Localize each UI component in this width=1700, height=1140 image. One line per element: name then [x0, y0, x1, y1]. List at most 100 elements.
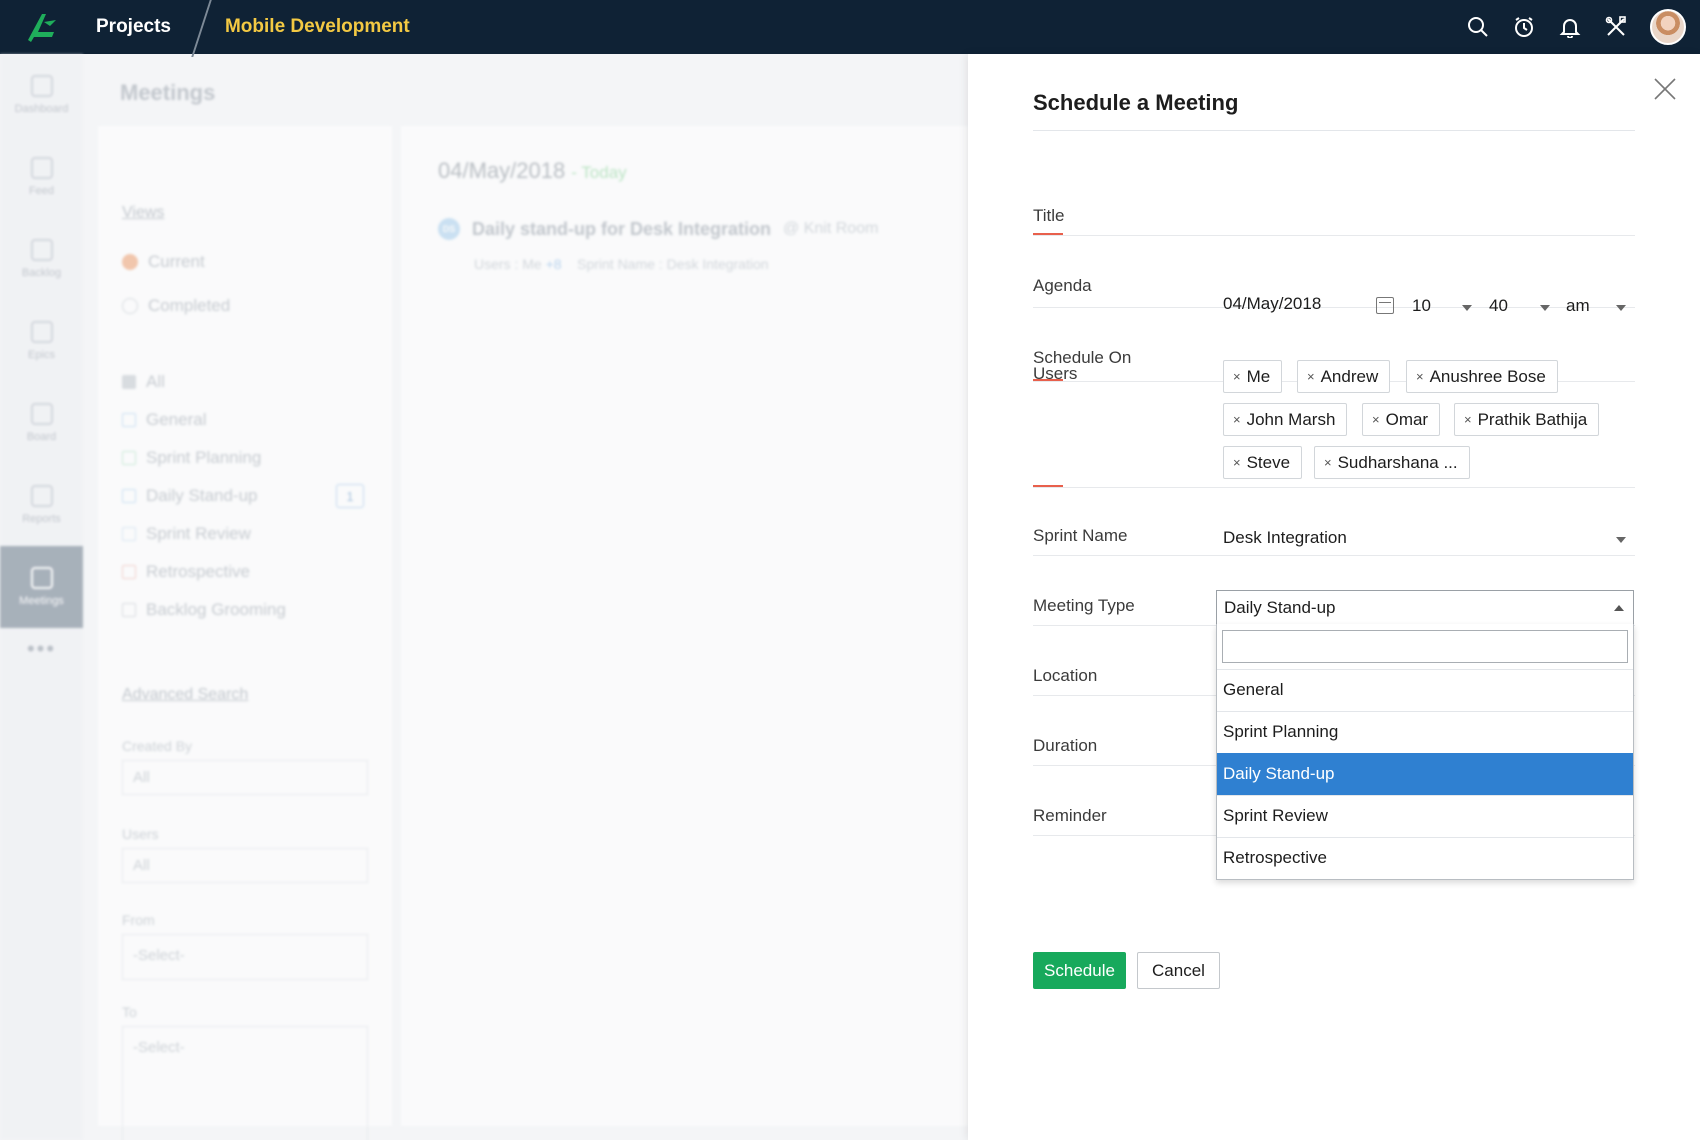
field-focus-accent: [1033, 485, 1063, 487]
remove-tag-icon[interactable]: ×: [1233, 412, 1241, 427]
chevron-down-icon[interactable]: [1616, 537, 1626, 543]
filter-sprint-planning[interactable]: Sprint Planning: [122, 448, 261, 468]
checkbox-icon: [122, 603, 136, 617]
meeting-type-option[interactable]: Sprint Planning: [1217, 711, 1633, 753]
minute-select[interactable]: 40: [1489, 296, 1508, 316]
meeting-type-search-input[interactable]: [1222, 630, 1628, 663]
filter-sprint-review[interactable]: Sprint Review: [122, 524, 251, 544]
user-tag[interactable]: × Me: [1223, 360, 1283, 393]
user-tag-label: Andrew: [1320, 366, 1379, 386]
user-tag[interactable]: × Omar: [1362, 403, 1441, 436]
nav-item-backlog[interactable]: Backlog: [0, 218, 83, 300]
radio-icon: [122, 254, 138, 270]
filter-label: Backlog Grooming: [146, 600, 286, 619]
nav-item-meetings[interactable]: Meetings: [0, 546, 83, 628]
filter-daily-standup[interactable]: Daily Stand-up: [122, 486, 258, 506]
filter-general[interactable]: General: [122, 410, 206, 430]
user-tag[interactable]: × Anushree Bose: [1406, 360, 1558, 393]
bell-icon[interactable]: [1558, 15, 1582, 39]
view-option-current[interactable]: Current: [122, 252, 205, 272]
breadcrumb-project-name[interactable]: Mobile Development: [225, 16, 410, 38]
user-tag[interactable]: × Steve: [1223, 446, 1303, 479]
user-tag-label: Sudharshana ...: [1337, 452, 1458, 472]
more-icon[interactable]: •••: [0, 636, 83, 662]
user-tag[interactable]: × Sudharshana ...: [1314, 446, 1470, 479]
meeting-type-badge-text: DS: [442, 224, 456, 234]
remove-tag-icon[interactable]: ×: [1233, 369, 1241, 384]
remove-tag-icon[interactable]: ×: [1464, 412, 1472, 427]
checkbox-icon: [122, 413, 136, 427]
nav-item-dashboard[interactable]: Dashboard: [0, 54, 83, 136]
title-label: Title: [1033, 206, 1065, 225]
nav-label: Dashboard: [14, 103, 69, 115]
radio-icon: [122, 298, 138, 314]
checkbox-icon: [122, 489, 136, 503]
board-icon: [30, 403, 53, 425]
chevron-up-icon[interactable]: [1614, 605, 1624, 611]
nav-label: Backlog: [21, 267, 62, 279]
title-field[interactable]: Title: [1033, 150, 1635, 236]
meeting-type-option-selected[interactable]: Daily Stand-up: [1217, 753, 1633, 795]
meeting-type-select[interactable]: Daily Stand-up: [1216, 590, 1634, 625]
breadcrumb-projects[interactable]: Projects: [84, 0, 201, 54]
view-option-completed[interactable]: Completed: [122, 296, 230, 316]
duration-label: Duration: [1033, 736, 1098, 755]
created-by-field[interactable]: All: [122, 760, 368, 795]
close-icon[interactable]: [1650, 74, 1680, 104]
option-label: Completed: [148, 296, 231, 315]
nav-item-feed[interactable]: Feed: [0, 136, 83, 218]
filter-retrospective[interactable]: Retrospective: [122, 562, 250, 582]
user-avatar[interactable]: [1650, 9, 1686, 45]
remove-tag-icon[interactable]: ×: [1307, 369, 1315, 384]
chevron-down-icon[interactable]: [1616, 305, 1626, 311]
hour-select[interactable]: 10: [1412, 296, 1431, 316]
chevron-down-icon[interactable]: [1462, 305, 1472, 311]
ampm-select[interactable]: am: [1566, 296, 1590, 316]
user-tag[interactable]: × Andrew: [1297, 360, 1391, 393]
to-label: To: [122, 1004, 137, 1020]
filter-backlog-grooming[interactable]: Backlog Grooming: [122, 600, 286, 620]
users-more[interactable]: +8: [546, 256, 562, 272]
advanced-search-link[interactable]: Advanced Search: [122, 686, 248, 704]
agenda-field[interactable]: Agenda: [1033, 236, 1635, 308]
app-logo-icon[interactable]: [0, 0, 84, 54]
schedule-button[interactable]: Schedule: [1033, 952, 1126, 989]
filter-all[interactable]: All: [122, 372, 165, 392]
to-date-field[interactable]: -Select-: [122, 1026, 368, 1140]
nav-item-epics[interactable]: Epics: [0, 300, 83, 382]
remove-tag-icon[interactable]: ×: [1324, 455, 1332, 470]
meeting-meta: Users : Me +8 Sprint Name : Desk Integra…: [474, 256, 769, 272]
count-badge: 1: [336, 484, 364, 508]
timer-icon[interactable]: [1512, 15, 1536, 39]
meeting-item[interactable]: DS Daily stand-up for Desk Integration @…: [438, 218, 878, 240]
remove-tag-icon[interactable]: ×: [1416, 369, 1424, 384]
sprint-name-select[interactable]: Desk Integration: [1223, 528, 1347, 548]
search-icon[interactable]: [1466, 15, 1490, 39]
meeting-type-option[interactable]: Sprint Review: [1217, 795, 1633, 837]
user-tag-label: John Marsh: [1246, 409, 1336, 429]
meeting-type-option[interactable]: General: [1217, 669, 1633, 711]
meeting-type-option[interactable]: Retrospective: [1217, 837, 1633, 879]
calendar-icon[interactable]: [1376, 297, 1394, 314]
user-tag[interactable]: × Prathik Bathija: [1454, 403, 1600, 436]
users-filter-field[interactable]: All: [122, 848, 368, 883]
from-date-field[interactable]: -Select-: [122, 934, 368, 980]
reports-icon: [30, 485, 53, 507]
nav-label: Board: [26, 431, 57, 443]
remove-tag-icon[interactable]: ×: [1372, 412, 1380, 427]
tools-icon[interactable]: [1604, 15, 1628, 39]
user-tag-label: Prathik Bathija: [1477, 409, 1588, 429]
checkbox-icon: [122, 375, 136, 389]
user-tag[interactable]: × John Marsh: [1223, 403, 1348, 436]
today-tag: - Today: [571, 163, 627, 182]
chevron-down-icon[interactable]: [1540, 305, 1550, 311]
field-focus-accent: [1033, 233, 1063, 235]
background-content: Dashboard Feed Backlog Epics Board Repor…: [0, 54, 968, 1140]
schedule-date-input[interactable]: 04/May/2018: [1223, 294, 1321, 314]
nav-item-reports[interactable]: Reports: [0, 464, 83, 546]
nav-item-board[interactable]: Board: [0, 382, 83, 464]
cancel-button[interactable]: Cancel: [1137, 952, 1220, 989]
views-link[interactable]: Views: [122, 204, 164, 222]
remove-tag-icon[interactable]: ×: [1233, 455, 1241, 470]
nav-label: Feed: [28, 185, 55, 197]
